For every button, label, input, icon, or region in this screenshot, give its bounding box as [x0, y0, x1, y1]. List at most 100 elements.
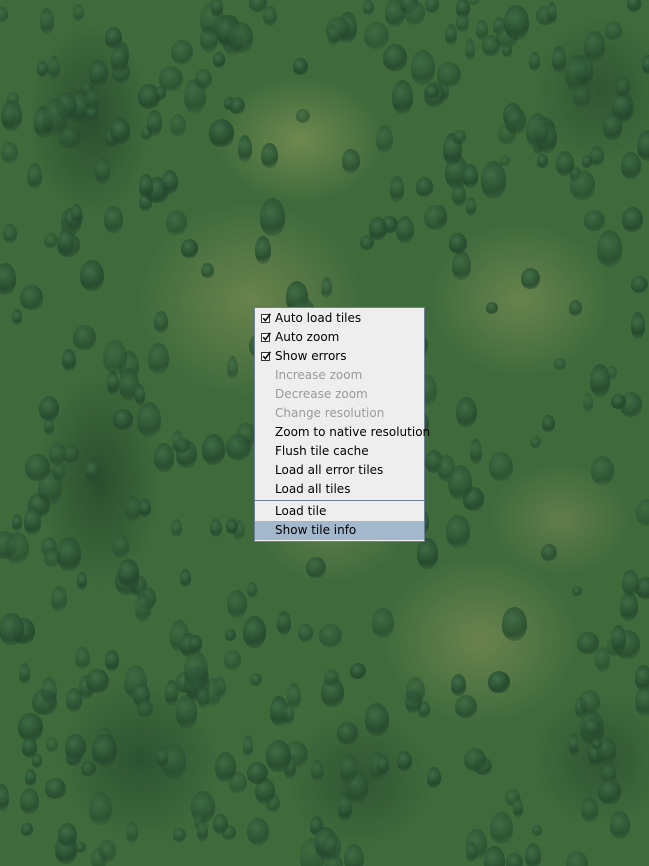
tree-crown	[63, 445, 79, 463]
menu-item-auto-zoom[interactable]: Auto zoom	[255, 328, 424, 347]
tree-crown	[631, 311, 645, 339]
tree-crown	[328, 24, 338, 46]
tree-crown	[172, 828, 186, 842]
tree-crown	[21, 736, 37, 758]
tree-crown	[48, 55, 60, 79]
tree-crown	[171, 40, 193, 64]
tree-crown	[452, 184, 466, 206]
tree-crown	[547, 2, 557, 24]
tree-crown	[500, 156, 510, 166]
tree-crown	[214, 752, 236, 782]
tree-crown	[469, 0, 479, 5]
tree-crown	[383, 43, 407, 71]
tree-crown	[536, 154, 548, 168]
tree-crown	[85, 669, 109, 693]
tree-crown	[423, 204, 447, 230]
tree-crown	[566, 851, 588, 866]
tree-crown	[580, 796, 598, 822]
tree-crown	[242, 616, 266, 648]
tree-crown	[411, 49, 435, 85]
tree-crown	[227, 21, 253, 53]
tree-crown	[107, 371, 119, 395]
tree-crown	[596, 229, 622, 267]
tree-crown	[53, 461, 65, 481]
tree-crown	[564, 55, 588, 91]
tree-crown	[480, 161, 506, 199]
tree-crown	[452, 130, 466, 144]
tree-crown	[224, 629, 236, 641]
tree-crown	[455, 12, 469, 32]
tree-crown	[445, 23, 457, 45]
tree-crown	[84, 459, 100, 481]
tree-crown	[179, 569, 191, 587]
menu-item-load-all-error-tiles[interactable]: Load all error tiles	[255, 461, 424, 480]
tree-crown	[390, 176, 404, 202]
tree-crown	[126, 821, 138, 843]
tree-crown	[117, 559, 139, 587]
tree-crown	[77, 572, 87, 590]
menu-item-show-errors[interactable]: Show errors	[255, 347, 424, 366]
tree-crown	[489, 451, 513, 481]
tree-crown	[427, 766, 441, 788]
menu-item-label: Auto load tiles	[275, 311, 362, 325]
tree-crown	[466, 196, 476, 216]
tree-crown	[24, 453, 50, 481]
tree-crown	[246, 762, 268, 784]
menu-item-zoom-to-native-resolution[interactable]: Zoom to native resolution	[255, 423, 430, 442]
tree-crown	[208, 119, 234, 147]
tree-crown	[592, 738, 602, 750]
menu-item-load-tile[interactable]: Load tile	[255, 502, 424, 521]
tree-crown	[51, 585, 67, 611]
tree-crown	[532, 824, 542, 836]
tree-crown	[572, 586, 582, 596]
tree-crown	[462, 164, 478, 188]
tree-crown	[297, 624, 313, 642]
tree-crown	[448, 464, 472, 500]
tree-crown	[70, 203, 82, 223]
tree-crown	[425, 0, 439, 13]
tree-crown	[110, 45, 128, 73]
tree-crown	[74, 841, 86, 853]
tree-crown	[569, 732, 579, 756]
tree-crown	[446, 514, 470, 548]
tree-crown	[621, 151, 641, 179]
tree-crown	[602, 112, 622, 140]
menu-item-label: Change resolution	[275, 406, 385, 420]
tree-crown	[604, 20, 622, 40]
tree-crown	[24, 768, 36, 786]
tree-crown	[635, 498, 649, 526]
tree-crown	[552, 45, 566, 73]
tree-crown	[196, 818, 208, 842]
menu-item-flush-tile-cache[interactable]: Flush tile cache	[255, 442, 424, 461]
tree-crown	[159, 65, 183, 91]
tree-crown	[5, 532, 29, 564]
tree-crown	[12, 309, 22, 325]
tree-crown	[0, 783, 9, 811]
tree-crown	[321, 833, 341, 861]
menu-item-show-tile-info[interactable]: Show tile info	[255, 521, 424, 540]
tree-crown	[259, 198, 285, 236]
tree-crown	[19, 788, 39, 814]
tree-crown	[154, 311, 168, 333]
tree-crown	[226, 518, 238, 534]
tree-crown	[590, 363, 610, 397]
tree-crown	[610, 811, 630, 839]
tree-crown	[556, 150, 574, 176]
menu-item-label: Load all tiles	[275, 482, 351, 496]
tree-crown	[405, 676, 425, 704]
tree-crown	[372, 608, 394, 638]
tree-crown	[201, 433, 225, 465]
checkbox-checked-icon	[261, 351, 271, 361]
tree-crown	[98, 840, 116, 862]
tree-crown	[306, 556, 326, 578]
tree-crown	[139, 499, 151, 517]
tree-crown	[111, 534, 129, 558]
tree-crown	[590, 146, 604, 166]
tree-crown	[194, 69, 212, 89]
menu-item-auto-load-tiles[interactable]: Auto load tiles	[255, 309, 424, 328]
menu-item-load-all-tiles[interactable]: Load all tiles	[255, 480, 424, 499]
tree-crown	[455, 694, 477, 718]
tree-crown	[277, 611, 291, 635]
menu-item-change-resolution: Change resolution	[255, 404, 424, 423]
menu-item-label: Load all error tiles	[275, 463, 384, 477]
